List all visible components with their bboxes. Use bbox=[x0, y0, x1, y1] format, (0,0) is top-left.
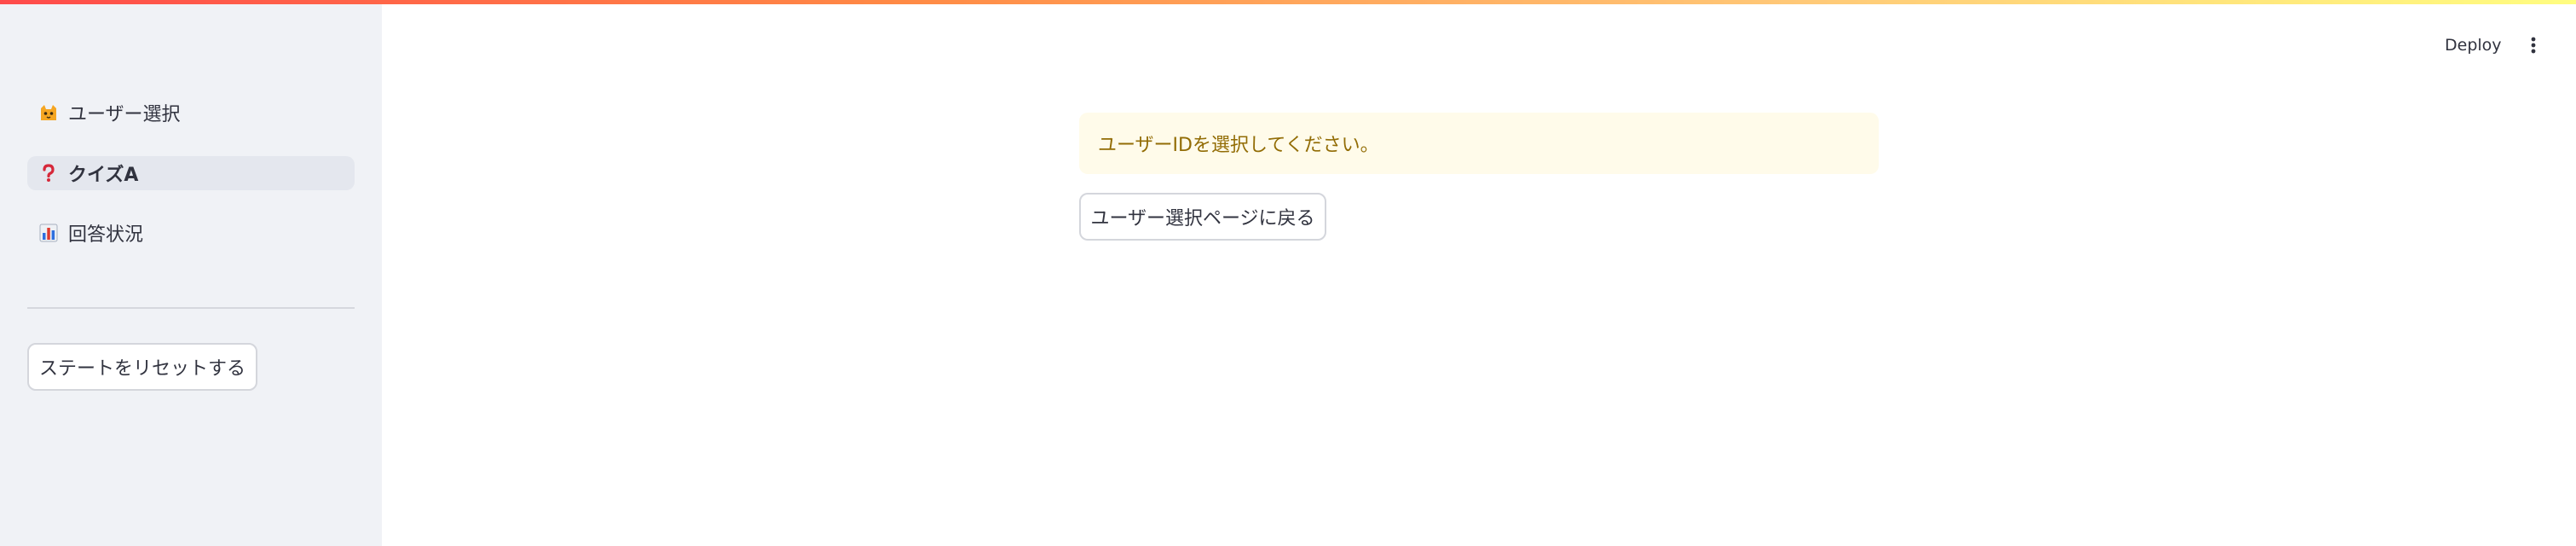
bar-chart-icon bbox=[38, 222, 60, 244]
cat-face-icon bbox=[38, 102, 60, 124]
warning-message: ユーザーIDを選択してください。 bbox=[1098, 135, 1379, 156]
question-mark-icon bbox=[38, 162, 60, 184]
kebab-menu-icon[interactable] bbox=[2521, 31, 2545, 60]
sidebar-item-user-select[interactable]: ユーザー選択 bbox=[27, 96, 355, 130]
sidebar-divider bbox=[27, 307, 355, 309]
warning-alert: ユーザーIDを選択してください。 bbox=[1079, 113, 1879, 174]
back-to-user-select-button[interactable]: ユーザー選択ページに戻る bbox=[1079, 193, 1326, 241]
sidebar-item-label: ユーザー選択 bbox=[68, 104, 181, 125]
deploy-button[interactable]: Deploy bbox=[2445, 31, 2502, 60]
sidebar-item-label: クイズA bbox=[68, 165, 139, 186]
top-decoration-bar bbox=[0, 0, 2576, 4]
sidebar-item-label: 回答状況 bbox=[68, 224, 144, 246]
reset-state-button[interactable]: ステートをリセットする bbox=[27, 343, 257, 391]
sidebar: ユーザー選択 クイズA 回答状況 ステートをリセットする bbox=[0, 0, 382, 546]
sidebar-item-answer-status[interactable]: 回答状況 bbox=[27, 216, 355, 250]
sidebar-item-quiz-a[interactable]: クイズA bbox=[27, 156, 355, 190]
